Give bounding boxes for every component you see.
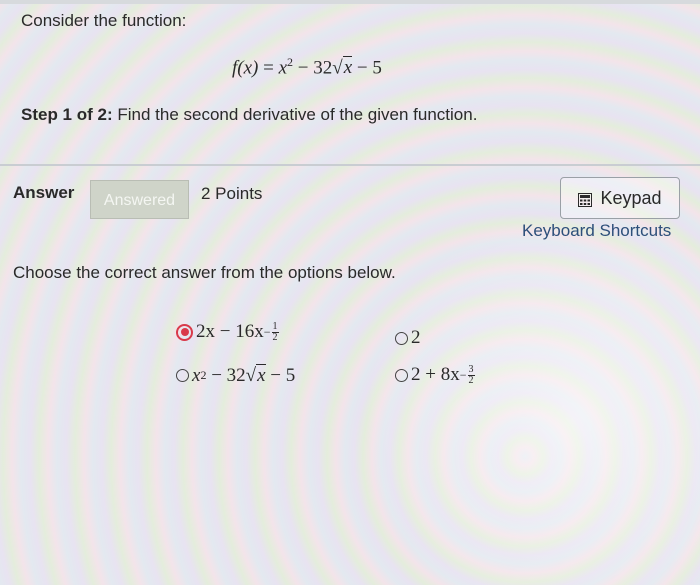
option-3-sqrt-argument: x <box>256 364 266 386</box>
function-minus-1: − <box>297 57 309 79</box>
option-1-lead: 2x − 16x <box>196 321 264 342</box>
option-1-exp-sign: − <box>263 324 271 339</box>
radio-unselected-icon[interactable] <box>395 368 408 382</box>
option-3-mid: − 32 <box>211 364 246 386</box>
option-4-exp-num: 3 <box>467 363 475 376</box>
function-constant: 5 <box>372 57 382 79</box>
answered-status-badge: Answered <box>90 180 189 219</box>
radio-selected-icon[interactable] <box>176 323 193 341</box>
option-1-exponent: −1 2 <box>263 320 279 343</box>
option-4-lead: 2 + 8x <box>411 364 460 385</box>
function-coefficient: 32 <box>313 57 333 79</box>
option-3-sqrt-symbol: √ <box>245 364 257 386</box>
calculator-icon <box>578 191 593 207</box>
option-2-lead: 2 <box>411 327 421 348</box>
option-3-tail: − 5 <box>270 364 296 386</box>
keypad-button-label: Keypad <box>600 187 662 208</box>
option-1-exp-num: 1 <box>271 320 279 333</box>
option-3-exponent: 2 <box>200 368 207 382</box>
option-4[interactable]: 2 + 8x −3 2 <box>395 364 475 386</box>
option-4-exp-den: 2 <box>468 374 474 386</box>
radio-unselected-icon[interactable] <box>176 369 189 382</box>
sqrt-argument: x <box>342 56 353 79</box>
option-1-exp-den: 2 <box>272 331 278 343</box>
question-area: Consider the function: f(x) = x2 − 32√x … <box>0 4 700 164</box>
function-minus-2: − <box>356 57 368 79</box>
step-text: Find the second derivative of the given … <box>117 105 478 124</box>
option-1[interactable]: 2x − 16x −1 2 <box>176 321 279 343</box>
question-intro: Consider the function: <box>21 11 187 30</box>
function-expression: f(x) = x2 − 32√x − 5 <box>232 55 382 79</box>
option-4-exp-sign: − <box>459 367 467 382</box>
step-instruction: Step 1 of 2: Find the second derivative … <box>21 105 477 125</box>
option-3[interactable]: x2 − 32 √ x − 5 <box>176 364 295 387</box>
answer-instructions: Choose the correct answer from the optio… <box>13 263 396 282</box>
keypad-button[interactable]: Keypad <box>560 177 680 219</box>
function-equals: = <box>263 57 274 79</box>
option-4-exponent: −3 2 <box>459 363 475 386</box>
answer-label: Answer <box>13 183 75 202</box>
function-x: x <box>278 57 288 79</box>
keyboard-shortcuts-link[interactable]: Keyboard Shortcuts <box>522 221 671 241</box>
radio-unselected-icon[interactable] <box>395 331 408 345</box>
option-2[interactable]: 2 <box>395 327 421 349</box>
option-3-x: x <box>192 364 201 386</box>
points-label: 2 Points <box>201 184 263 203</box>
section-divider <box>0 164 700 166</box>
option-1-exp-fraction: 12 <box>271 320 279 343</box>
function-lhs: f(x) <box>232 57 259 79</box>
option-4-exp-fraction: 32 <box>467 363 475 386</box>
sqrt-symbol: √ <box>332 57 343 79</box>
step-prefix: Step 1 of 2: <box>21 105 113 124</box>
function-exponent: 2 <box>287 55 294 69</box>
